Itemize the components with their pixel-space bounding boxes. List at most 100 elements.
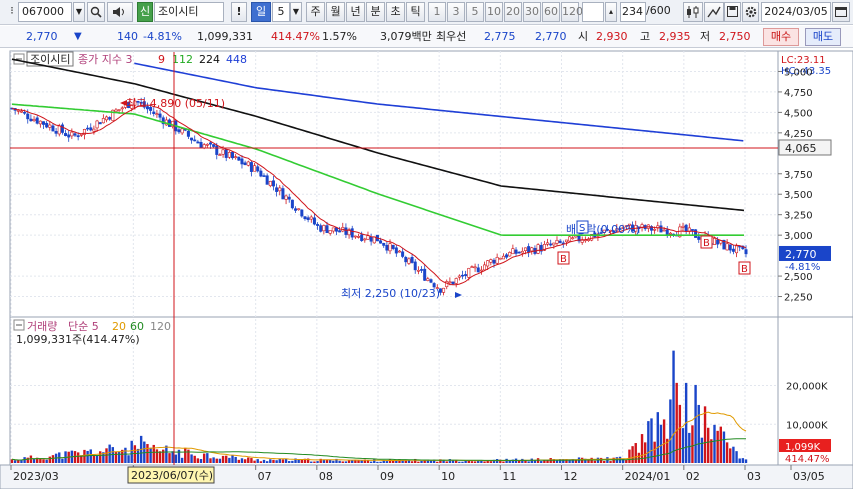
buy-button[interactable]: 매수	[763, 28, 799, 46]
candle-body	[479, 269, 483, 272]
sound-button[interactable]	[107, 2, 133, 22]
volume-bar	[215, 458, 218, 463]
volume-bar	[124, 447, 127, 463]
stock-code-input[interactable]: 067000	[18, 2, 72, 22]
price-pane[interactable]	[9, 50, 779, 318]
volume-bar	[281, 459, 285, 463]
candle-body	[227, 152, 231, 158]
volume-bar	[502, 461, 505, 463]
date-tick-label: 03	[747, 470, 761, 483]
candle-body	[530, 247, 534, 252]
interval-120-button[interactable]: 120	[561, 2, 583, 22]
price-tick-label: 3,000	[784, 231, 813, 242]
volume-bar	[725, 442, 729, 463]
data-count-input[interactable]: 234	[620, 2, 646, 22]
tools-icon	[707, 6, 721, 18]
quote-bar: 2,770 ▼ 140 -4.81% 1,099,331 414.47% 1.5…	[0, 26, 853, 48]
menu-grip-icon[interactable]: ⁝	[8, 2, 16, 22]
candle-body	[495, 257, 499, 264]
volume-bar	[275, 460, 278, 463]
candle-body	[366, 235, 370, 240]
candle-body	[38, 120, 42, 125]
volume-bar	[190, 454, 193, 463]
candle-body	[95, 120, 99, 129]
candle-body	[89, 127, 93, 131]
candle-body	[275, 187, 279, 192]
period-tick-button[interactable]: 틱	[406, 2, 425, 22]
volume-bar	[180, 457, 184, 463]
chart-type-button[interactable]	[683, 2, 703, 22]
calendar-button[interactable]	[832, 2, 850, 22]
stock-chart[interactable]: 조이시티 종가 지수 3 9 112 224 448 거래량 단순 5 20 6…	[0, 49, 853, 489]
candle-body	[338, 230, 342, 233]
volume-bar	[127, 455, 130, 463]
interval-3-button[interactable]: 3	[447, 2, 465, 22]
candle-body	[101, 118, 105, 124]
candle-body	[287, 196, 291, 200]
candle-body	[454, 278, 458, 284]
alert-button[interactable]: !	[231, 2, 247, 22]
search-button[interactable]	[87, 2, 105, 22]
candle-body	[158, 113, 162, 118]
period-month-button[interactable]: 월	[326, 2, 345, 22]
date-tick-label: 02	[686, 470, 700, 483]
interval-20-button[interactable]: 20	[504, 2, 522, 22]
volume-bar	[184, 447, 187, 463]
volume-bar	[385, 461, 389, 463]
indicator-button[interactable]	[704, 2, 724, 22]
interval-1-button[interactable]: 1	[428, 2, 446, 22]
interval-custom-input[interactable]	[582, 2, 604, 22]
code-dropdown-icon[interactable]: ▼	[73, 2, 85, 22]
legend-ma112: 112	[172, 53, 193, 66]
volume-bar	[647, 421, 650, 463]
volume-bar	[259, 461, 263, 463]
save-button[interactable]	[724, 2, 741, 22]
interval-30-button[interactable]: 30	[523, 2, 541, 22]
candle-body	[57, 125, 61, 135]
settings-button[interactable]	[742, 2, 759, 22]
buy-signal-label: B	[560, 254, 567, 265]
interval-10-button[interactable]: 10	[485, 2, 503, 22]
date-tick-label: 07	[258, 470, 272, 483]
period-year-button[interactable]: 년	[346, 2, 365, 22]
candle-body	[243, 162, 247, 166]
candle-body	[325, 225, 329, 234]
candle-body	[67, 134, 71, 138]
candle-body	[331, 227, 335, 232]
volume-value: 1,099,331	[197, 30, 253, 43]
interval-60-button[interactable]: 60	[542, 2, 560, 22]
date-tick-label: 2023/03	[13, 470, 59, 483]
period-day-button[interactable]: 일	[251, 2, 271, 22]
interval-spin-icon[interactable]: ▴	[605, 2, 617, 22]
candle-body	[391, 244, 395, 249]
date-input[interactable]: 2024/03/05	[761, 2, 831, 22]
volume-bar	[95, 455, 99, 463]
volume-bar	[199, 459, 203, 463]
volume-bar	[628, 449, 631, 463]
price-legend: 조이시티 종가 지수 3 9 112 224 448	[13, 51, 247, 67]
lc-label: LC:23.11	[781, 55, 826, 66]
volume-bar	[48, 456, 52, 463]
price-change-pct: -4.81%	[143, 30, 182, 43]
candle-body	[221, 149, 225, 155]
volume-bar	[729, 448, 732, 463]
volume-bar	[99, 451, 102, 463]
period-dropdown-icon[interactable]: ▼	[290, 2, 302, 22]
volume-bar	[26, 457, 29, 463]
candle-body	[690, 229, 694, 231]
candle-body	[353, 235, 357, 238]
period-minute-button[interactable]: 분	[366, 2, 385, 22]
period-week-button[interactable]: 주	[306, 2, 325, 22]
gear-icon	[745, 6, 756, 18]
volume-bar	[17, 460, 20, 463]
period-number-field[interactable]: 5	[272, 2, 290, 22]
interval-5-button[interactable]: 5	[466, 2, 484, 22]
stock-name-field[interactable]: 조이시티	[154, 2, 224, 22]
volume-bar	[136, 448, 140, 463]
period-second-button[interactable]: 초	[386, 2, 405, 22]
sell-button[interactable]: 매도	[805, 28, 841, 46]
open-label: 시	[578, 30, 589, 43]
volume-bar	[347, 460, 351, 463]
candle-body	[523, 247, 527, 251]
current-pct-label: -4.81%	[785, 262, 820, 273]
